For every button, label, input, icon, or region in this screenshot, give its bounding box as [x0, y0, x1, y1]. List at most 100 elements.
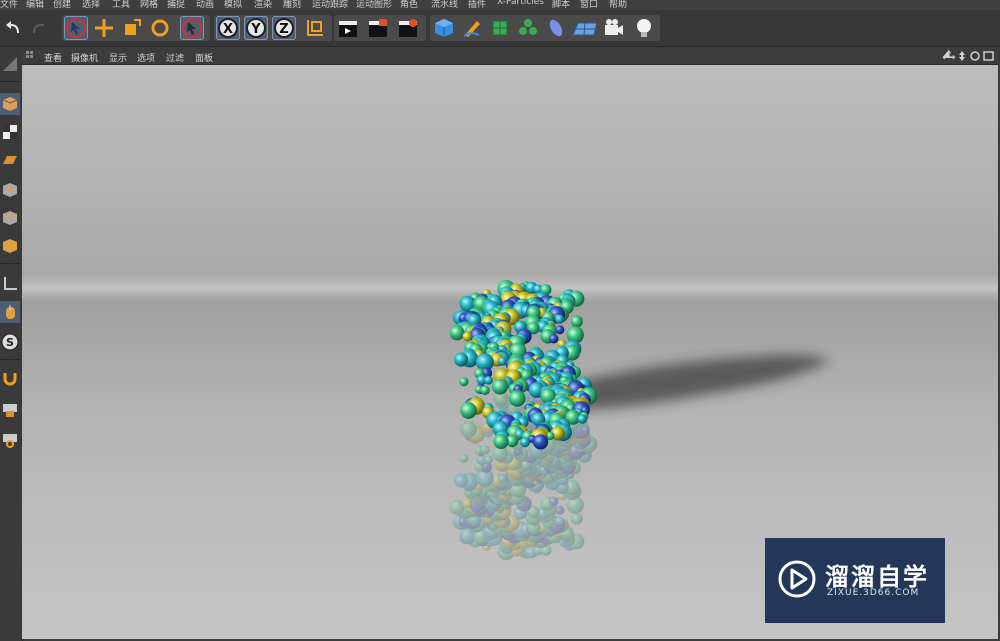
generator-button[interactable]	[488, 16, 512, 40]
watermark-subtitle: ZIXUE.3D66.COM	[827, 588, 920, 598]
menu-1[interactable]: 编辑	[26, 0, 44, 10]
floor-object-button[interactable]	[572, 16, 596, 40]
menu-9[interactable]: 渲染	[254, 0, 272, 10]
menu-17[interactable]: 脚本	[552, 0, 570, 10]
axis-mode-icon	[4, 277, 17, 290]
model-mode-icon	[2, 97, 18, 111]
menu-0[interactable]: 文件	[0, 0, 18, 10]
edges-mode-button[interactable]	[0, 207, 20, 229]
coordinate-system-icon	[307, 20, 323, 36]
solo-mode-button[interactable]: S	[0, 331, 20, 353]
watermark-title: 溜溜自学	[825, 563, 929, 591]
subdivision-icon	[492, 20, 508, 36]
points-mode-icon	[3, 183, 17, 197]
render-settings-button[interactable]	[396, 16, 420, 40]
menu-8[interactable]: 模拟	[224, 0, 242, 10]
menu-19[interactable]: 帮助	[609, 0, 627, 10]
magnet-icon	[3, 373, 17, 386]
tweak-mode-button[interactable]	[0, 301, 20, 323]
render-view-button[interactable]	[336, 16, 360, 40]
lock-workplane-icon	[3, 404, 17, 417]
viewport-menu-cameras[interactable]: 摄像机	[71, 51, 98, 64]
menu-6[interactable]: 捕捉	[167, 0, 185, 10]
camera-icon	[605, 19, 623, 35]
move-icon	[95, 19, 113, 37]
snap-button[interactable]	[0, 367, 20, 389]
menu-13[interactable]: 角色	[400, 0, 418, 10]
lock-workplane-button[interactable]	[0, 399, 20, 421]
viewport-menu-view[interactable]: 查看	[44, 51, 62, 64]
live-select-icon	[66, 18, 86, 38]
edges-mode-icon	[2, 211, 18, 225]
menu-12[interactable]: 运动图形	[356, 0, 392, 10]
floor-icon	[572, 22, 596, 36]
scale-icon	[125, 19, 141, 35]
points-mode-button[interactable]	[0, 179, 20, 201]
rotate-tool-button[interactable]	[148, 16, 172, 40]
svg-text:Z: Z	[279, 22, 288, 37]
viewport-menu-filter[interactable]: 过滤	[166, 51, 184, 64]
redo-icon	[33, 24, 44, 34]
axis-y-icon: Y	[246, 18, 266, 38]
render-region-button[interactable]	[366, 16, 390, 40]
axis-z-button[interactable]: Z	[272, 16, 296, 40]
menu-15[interactable]: 插件	[468, 0, 486, 10]
axis-z-icon: Z	[274, 18, 294, 38]
cube-object-button[interactable]	[432, 16, 456, 40]
menu-10[interactable]: 雕刻	[283, 0, 301, 10]
redo-button[interactable]	[27, 16, 51, 40]
last-tool-button[interactable]	[180, 16, 204, 40]
deformer-button[interactable]	[544, 16, 568, 40]
axis-y-button[interactable]: Y	[244, 16, 268, 40]
menu-16[interactable]: X-Particles	[497, 0, 544, 7]
menu-18[interactable]: 窗口	[580, 0, 598, 10]
polygons-mode-icon	[3, 239, 17, 253]
menu-3[interactable]: 选择	[82, 0, 100, 10]
planar-workplane-icon	[3, 434, 17, 448]
menu-7[interactable]: 动画	[196, 0, 214, 10]
menu-2[interactable]: 创建	[53, 0, 71, 10]
cube-icon	[435, 19, 453, 37]
light-object-button[interactable]	[632, 16, 656, 40]
menu-11[interactable]: 运动跟踪	[312, 0, 348, 10]
undo-icon	[6, 21, 19, 34]
mograph-cloner-button[interactable]	[516, 16, 540, 40]
render-to-picture-viewer-icon	[369, 19, 387, 37]
axis-x-button[interactable]: X	[216, 16, 240, 40]
menu-4[interactable]: 工具	[112, 0, 130, 10]
pen-spline-button[interactable]	[460, 16, 484, 40]
left-tool-palette: S	[0, 47, 23, 641]
axis-mode-button[interactable]	[0, 273, 20, 295]
camera-object-button[interactable]	[602, 16, 626, 40]
menu-5[interactable]: 网格	[140, 0, 158, 10]
coordinate-system-button[interactable]	[302, 16, 326, 40]
solo-icon: S	[1, 333, 19, 351]
main-menubar: 文件 编辑 创建 选择 工具 网格 捕捉 动画 模拟 渲染 雕刻 运动跟踪 运动图形 角色 流水线 插件 X-P…	[0, 0, 1000, 10]
scale-tool-button[interactable]	[120, 16, 144, 40]
viewport-nav-icons	[942, 50, 994, 61]
cloner-icon	[519, 19, 537, 35]
svg-text:X: X	[223, 22, 233, 37]
watermark-logo: 溜溜自学 ZIXUE.3D66.COM	[765, 538, 945, 623]
polygons-mode-button[interactable]	[0, 235, 20, 257]
viewport-menu-panel[interactable]: 面板	[195, 51, 213, 64]
viewport-menu-options[interactable]: 选项	[137, 51, 155, 64]
render-settings-icon	[399, 19, 417, 37]
live-select-button[interactable]	[64, 16, 88, 40]
palette-divider	[1, 263, 20, 264]
main-toolbar: X Y Z	[0, 10, 1000, 47]
move-tool-button[interactable]	[92, 16, 116, 40]
make-editable-button[interactable]	[0, 53, 20, 75]
undo-button[interactable]	[1, 16, 25, 40]
palette-divider	[1, 359, 20, 360]
viewport-menu-display[interactable]: 显示	[109, 51, 127, 64]
checker-texture-icon	[3, 125, 17, 139]
planar-workplane-button[interactable]	[0, 429, 20, 451]
workplane-mode-button[interactable]	[0, 149, 20, 171]
menu-14[interactable]: 流水线	[431, 0, 458, 10]
texture-mode-button[interactable]	[0, 121, 20, 143]
mouse-icon	[6, 305, 15, 319]
pen-icon	[463, 21, 480, 37]
svg-text:Y: Y	[250, 22, 261, 37]
model-mode-button[interactable]	[0, 93, 20, 115]
